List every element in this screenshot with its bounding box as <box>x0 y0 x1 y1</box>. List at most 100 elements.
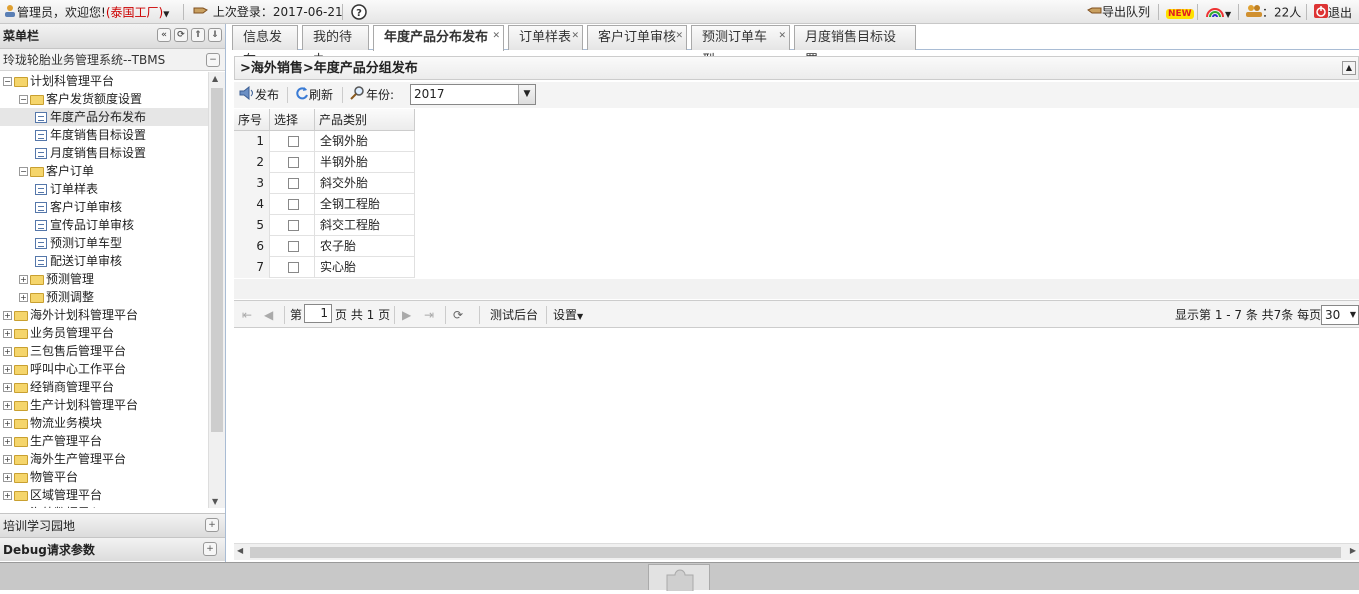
tree-item[interactable]: 预测订单车型 <box>35 234 122 252</box>
expand-icon[interactable]: + <box>205 518 219 532</box>
plus-icon[interactable]: + <box>3 437 12 446</box>
first-page-icon[interactable]: ⇤ <box>242 307 252 323</box>
scroll-right-icon[interactable]: ▶ <box>1350 546 1356 555</box>
settings-menu[interactable]: 设置▼ <box>553 307 583 323</box>
row-checkbox[interactable] <box>288 199 299 210</box>
table-row[interactable]: 7 实心胎 <box>234 257 415 278</box>
tab-2[interactable]: 年度产品分布发布 ✕ <box>373 25 504 51</box>
row-checkbox[interactable] <box>288 220 299 231</box>
plus-icon[interactable]: + <box>3 329 12 338</box>
table-row[interactable]: 4 全钢工程胎 <box>234 194 415 215</box>
plus-icon[interactable]: + <box>3 473 12 482</box>
plus-icon[interactable]: + <box>3 419 12 428</box>
collapse-left-icon[interactable]: « <box>157 28 171 42</box>
tab-5[interactable]: 预测订单车型✕ <box>691 25 790 68</box>
row-checkbox[interactable] <box>288 178 299 189</box>
tree-folder[interactable]: − 计划科管理平台 <box>3 72 114 90</box>
help-icon[interactable]: ? <box>351 4 367 21</box>
test-backend-button[interactable]: 测试后台 <box>490 307 538 323</box>
tree-folder[interactable]: +海外数据导入 <box>3 504 102 508</box>
logout-button[interactable]: 退出 <box>1314 4 1352 21</box>
scroll-left-icon[interactable]: ◀ <box>237 546 243 555</box>
publish-button[interactable]: 发布 <box>239 85 279 104</box>
chevron-down-icon[interactable]: ▼ <box>518 85 535 104</box>
plus-icon[interactable]: + <box>19 275 28 284</box>
new-badge[interactable]: NEW <box>1166 4 1194 21</box>
puzzle-icon[interactable] <box>648 564 710 591</box>
tree-folder[interactable]: + 区域管理平台 <box>3 486 102 504</box>
export-queue-link[interactable]: 导出队列 <box>1086 4 1150 21</box>
table-row[interactable]: 1 全钢外胎 <box>234 131 415 152</box>
expand-icon[interactable]: + <box>203 542 217 556</box>
page-number-input[interactable]: 1 <box>304 304 332 323</box>
minus-icon[interactable]: − <box>3 77 12 86</box>
tree-folder[interactable]: + 海外计划科管理平台 <box>3 306 138 324</box>
plus-icon[interactable]: + <box>3 311 12 320</box>
collapse-up-icon[interactable]: ▲ <box>1342 61 1356 75</box>
header-select[interactable]: 选择 <box>270 109 315 131</box>
tab-6[interactable]: 月度销售目标设置 <box>794 25 916 68</box>
table-row[interactable]: 6 农子胎 <box>234 236 415 257</box>
last-page-icon[interactable]: ⇥ <box>424 307 434 323</box>
tab-1[interactable]: 我的待办 <box>302 25 369 68</box>
next-page-icon[interactable]: ▶ <box>402 307 411 323</box>
section-debug[interactable]: Debug请求参数 + <box>0 537 225 561</box>
tree-folder[interactable]: + 呼叫中心工作平台 <box>3 360 126 378</box>
plus-icon[interactable]: + <box>19 293 28 302</box>
tree-folder[interactable]: + 业务员管理平台 <box>3 324 114 342</box>
reload-icon[interactable]: ⟳ <box>453 307 463 323</box>
tree-folder[interactable]: + 预测管理 <box>19 270 94 288</box>
row-checkbox[interactable] <box>288 157 299 168</box>
scrollbar-thumb[interactable] <box>250 547 1341 558</box>
tree-item[interactable]: 年度销售目标设置 <box>35 126 146 144</box>
year-select[interactable]: 2017 ▼ <box>410 84 536 105</box>
tree-folder[interactable]: + 三包售后管理平台 <box>3 342 126 360</box>
row-checkbox[interactable] <box>288 262 299 273</box>
sidebar-scrollbar[interactable]: ▲ ▼ <box>208 72 225 508</box>
tree-item[interactable]: 配送订单审核 <box>35 252 122 270</box>
tree-folder[interactable]: + 物流业务模块 <box>3 414 102 432</box>
per-page-select[interactable]: 30 ▼ <box>1321 305 1359 325</box>
user-greeting[interactable]: 管理员，欢迎您!(泰国工厂)▼ <box>3 4 169 21</box>
table-row[interactable]: 5 斜交工程胎 <box>234 215 415 236</box>
tree-item[interactable]: 年度产品分布发布 <box>0 108 208 126</box>
tree-folder[interactable]: + 经销商管理平台 <box>3 378 114 396</box>
refresh-icon[interactable]: ⟳ <box>174 28 188 42</box>
minus-icon[interactable]: − <box>19 95 28 104</box>
close-icon[interactable]: ✕ <box>571 25 579 48</box>
tree-item[interactable]: 客户订单审核 <box>35 198 122 216</box>
scroll-down-icon[interactable]: ▼ <box>212 497 218 506</box>
tree-folder[interactable]: + 预测调整 <box>19 288 94 306</box>
row-checkbox[interactable] <box>288 241 299 252</box>
plus-icon[interactable]: + <box>3 401 12 410</box>
table-row[interactable]: 2 半钢外胎 <box>234 152 415 173</box>
tree-folder[interactable]: − 客户订单 <box>19 162 94 180</box>
tree-folder[interactable]: + 生产计划科管理平台 <box>3 396 138 414</box>
tab-0[interactable]: 信息发布 <box>232 25 298 68</box>
close-icon[interactable]: ✕ <box>778 25 786 48</box>
tree-folder[interactable]: + 生产管理平台 <box>3 432 102 450</box>
plus-icon[interactable]: + <box>3 347 12 356</box>
scrollbar-thumb[interactable] <box>211 88 223 432</box>
header-index[interactable]: 序号 <box>234 109 270 131</box>
tree-folder[interactable]: + 物管平台 <box>3 468 78 486</box>
expand-down-icon[interactable]: ⇓ <box>208 28 222 42</box>
plus-icon[interactable]: + <box>3 491 12 500</box>
row-checkbox[interactable] <box>288 136 299 147</box>
refresh-button[interactable]: 刷新 <box>295 86 333 104</box>
tree-item[interactable]: 宣传品订单审核 <box>35 216 134 234</box>
header-category[interactable]: 产品类别 <box>315 109 415 131</box>
plus-icon[interactable]: + <box>3 455 12 464</box>
tab-3[interactable]: 订单样表 ✕ <box>508 25 583 50</box>
tree-folder[interactable]: − 客户发货额度设置 <box>19 90 142 108</box>
prev-page-icon[interactable]: ◀ <box>264 307 273 323</box>
minus-icon[interactable]: − <box>19 167 28 176</box>
tab-4[interactable]: 客户订单审核 ✕ <box>587 25 687 50</box>
collapse-icon[interactable]: − <box>206 53 220 67</box>
tree-item[interactable]: 订单样表 <box>35 180 98 198</box>
expand-up-icon[interactable]: ⇑ <box>191 28 205 42</box>
content-hscrollbar[interactable]: ◀ ▶ <box>234 543 1359 560</box>
scroll-up-icon[interactable]: ▲ <box>212 74 218 83</box>
section-training[interactable]: 培训学习园地 + <box>0 513 225 537</box>
tree-folder[interactable]: + 海外生产管理平台 <box>3 450 126 468</box>
